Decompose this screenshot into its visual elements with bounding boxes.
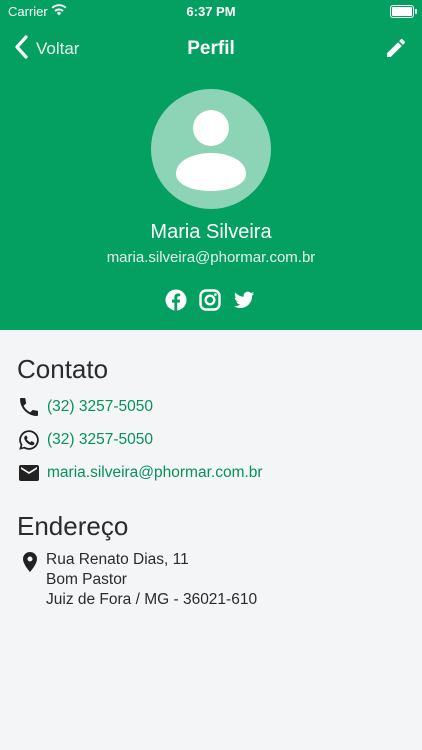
profile-name: Maria Silveira [150,221,272,243]
facebook-icon[interactable] [165,289,187,311]
address-section-title: Endereço [17,511,129,541]
email-row[interactable]: maria.silveira@phormar.com.br [17,460,263,486]
instagram-icon[interactable] [199,289,221,311]
pencil-icon [384,38,408,64]
contact-section-title: Contato [17,354,109,384]
phone-link[interactable]: (32) 3257-5050 [47,398,153,416]
address-city: Juiz de Fora / MG - 36021-610 [46,591,258,608]
whatsapp-link[interactable]: (32) 3257-5050 [47,431,153,449]
profile-email: maria.silveira@phormar.com.br [106,249,316,266]
profile-header: Carrier 6:37 PM Voltar Perfil Maria Silv… [0,0,422,330]
status-time: 6:37 PM [186,4,236,19]
page-title: Perfil [187,38,235,59]
phone-icon [17,395,41,419]
twitter-icon[interactable] [233,289,255,311]
mail-icon [17,461,41,485]
edit-button[interactable] [384,36,408,60]
location-pin-icon [18,550,42,574]
social-links [165,289,255,311]
whatsapp-row[interactable]: (32) 3257-5050 [17,427,153,453]
battery-icon [390,5,417,18]
avatar [151,89,271,209]
person-icon [151,110,271,209]
address-neighborhood: Bom Pastor [46,571,127,588]
whatsapp-icon [17,428,41,452]
email-link[interactable]: maria.silveira@phormar.com.br [47,464,263,482]
status-bar: Carrier 6:37 PM [0,0,422,22]
address-block: Rua Renato Dias, 11 Bom Pastor Juiz de F… [46,550,257,610]
phone-row[interactable]: (32) 3257-5050 [17,394,153,420]
address-street: Rua Renato Dias, 11 [46,551,189,568]
